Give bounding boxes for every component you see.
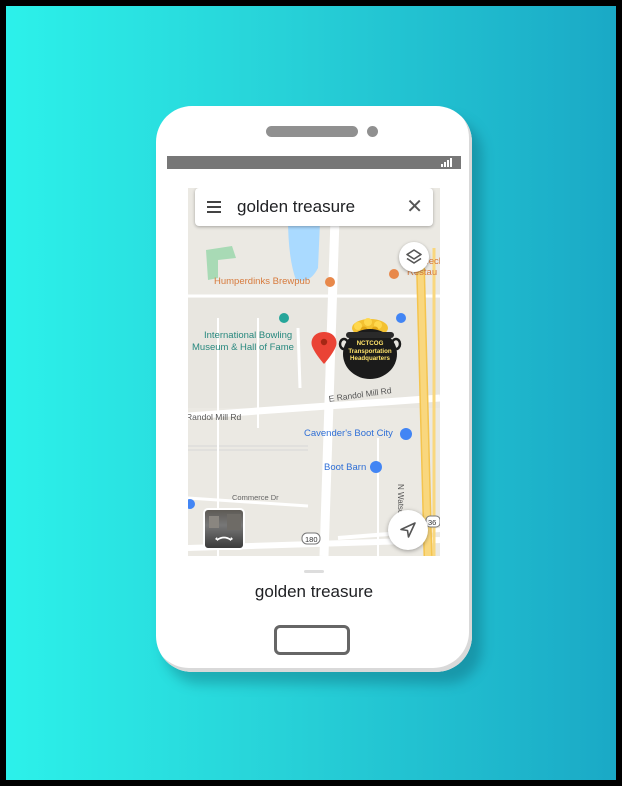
street-view-icon [209,514,241,541]
map-label-humperdinks[interactable]: Humperdinks Brewpub [214,276,310,287]
map-screen[interactable]: Humperdinks Brewpub Redneck Restau Inter… [188,188,440,556]
map-label-commerce: Commerce Dr [232,493,279,502]
bottom-sheet-title: golden treasure [254,582,374,601]
sheet-drag-handle[interactable] [304,570,324,573]
navigation-button[interactable] [388,510,428,550]
map-label-boot-barn[interactable]: Boot Barn [324,462,366,473]
layers-button[interactable] [399,242,429,272]
map-label-cavenders[interactable]: Cavender's Boot City [304,428,393,439]
status-bar [167,156,461,169]
home-button[interactable] [274,625,350,655]
signal-icon [441,158,455,167]
close-icon[interactable]: ✕ [406,197,423,217]
treasure-marker-label: NCTCOG Transportation Headquarters [348,340,392,362]
map-label-bowling-2[interactable]: Museum & Hall of Fame [192,342,294,353]
search-input[interactable]: golden treasure [237,197,355,217]
bottom-sheet[interactable]: golden treasure [188,566,440,610]
menu-icon[interactable] [207,201,221,213]
route-shield-180: 180 [305,535,318,544]
route-shield-36: 36 [428,518,437,527]
navigation-arrow-icon [400,522,416,538]
map-label-bowling-1[interactable]: International Bowling [204,330,292,341]
map-label-randol-west: Randol Mill Rd [188,412,242,422]
search-bar[interactable]: golden treasure ✕ [195,188,433,226]
phone-speaker [266,126,358,137]
layers-icon [406,249,422,264]
treasure-marker[interactable]: NCTCOG Transportation Headquarters [338,316,402,380]
street-view-thumbnail[interactable] [203,508,245,550]
phone-device: Humperdinks Brewpub Redneck Restau Inter… [156,106,472,672]
phone-camera [367,126,378,137]
